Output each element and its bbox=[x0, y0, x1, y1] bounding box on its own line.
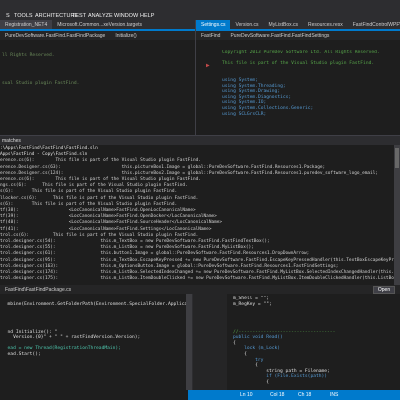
menu-item-window[interactable]: WINDOW bbox=[114, 13, 138, 19]
find-result-line[interactable]: tf(41): <LocCanonicalName>FastFind.Setti… bbox=[0, 227, 211, 232]
find-result-line[interactable]: trol.cs(6): This file is part of the Vis… bbox=[0, 233, 198, 238]
find-result-line[interactable]: trol.designer.cs(61): this.button1.Image… bbox=[0, 251, 309, 256]
status-bar bbox=[188, 390, 400, 400]
top-left-code: ll Rights Reserved. sual Studio plugin F… bbox=[2, 42, 192, 132]
top-left-editor[interactable]: ll Rights Reserved. sual Studio plugin F… bbox=[0, 40, 195, 135]
left-nav-bar: PureDevSoftware.FastFind.FastFindPackage… bbox=[0, 31, 195, 40]
find-result-line[interactable]: tf(40): <LocCanonicalName>FastFind.Sourc… bbox=[0, 220, 222, 225]
bottom-left-editor[interactable]: mbine(Environment.GetFolderPath(Environm… bbox=[0, 294, 192, 390]
find-result-line[interactable]: llocker.cs(6): This file is part of the … bbox=[0, 196, 198, 201]
code-line: { bbox=[233, 379, 269, 385]
code-line: mbine(Environment.GetFolderPath(Environm… bbox=[7, 301, 190, 307]
find-result-line[interactable]: erence.cs(6): This file is part of the V… bbox=[0, 177, 201, 182]
status-char: Ch 18 bbox=[298, 392, 312, 398]
tab-fastfindpackage[interactable]: FastFind\FastFindPackage.cs bbox=[0, 285, 76, 294]
find-result-line[interactable]: erence.Designer.cs(63): this.pictureBox1… bbox=[0, 165, 325, 170]
menu-item-tools[interactable]: TOOLS bbox=[14, 13, 33, 19]
nav-member-dropdown[interactable]: Initialize() bbox=[110, 31, 141, 40]
find-results-panel: matches :\Apps\FastFind\FastFind\FastFin… bbox=[0, 135, 400, 285]
status-bar-left bbox=[0, 390, 188, 400]
tab-mylistbox-cs[interactable]: MyListBox.cs bbox=[264, 20, 303, 29]
code-line: ead.Start(); bbox=[2, 351, 41, 357]
tab-version-cs[interactable]: Version.cs bbox=[230, 20, 263, 29]
line-gutter bbox=[196, 40, 218, 135]
status-line: Ln 10 bbox=[240, 392, 253, 398]
find-result-line[interactable]: trol.designer.cs(163): this.m_OptionsBut… bbox=[0, 264, 338, 269]
open-button[interactable]: Open bbox=[373, 286, 395, 294]
find-result-line[interactable]: Apps\FastFind - Copy\FastFind.sln bbox=[0, 152, 87, 157]
status-insert-mode: INS bbox=[330, 392, 339, 398]
bottom-left-code: mbine(Environment.GetFolderPath(Environm… bbox=[2, 296, 190, 388]
find-result-line[interactable]: trol.designer.cs(174): this.m_ListBox.Se… bbox=[0, 270, 400, 275]
bookmark-arrow-icon: ▶ bbox=[206, 62, 210, 69]
tab-settings-cs[interactable]: Settings.cs bbox=[196, 20, 231, 29]
top-right-editor[interactable]: ▶ Copyright 2013 PureDev Software Ltd. A… bbox=[196, 40, 400, 135]
find-result-line[interactable]: s(6): This file is part of the Visual St… bbox=[0, 202, 177, 207]
status-col: Col 18 bbox=[270, 392, 285, 398]
tab-wpfwrapper[interactable]: FastFindControlWPFWrapper.xaml.cs bbox=[348, 20, 400, 29]
find-result-line[interactable]: tf(39): <LocCanonicalName>FastFind.OpenD… bbox=[0, 214, 217, 219]
code-line: ll Rights Reserved. bbox=[2, 53, 55, 59]
menu-bar: S TOOLS ARCHITECTURE TEST ANALYZE WINDOW… bbox=[0, 0, 400, 20]
find-result-line[interactable]: ngs.cs(6): This file is part of the Visu… bbox=[0, 183, 188, 188]
code-line: using SCLGrsCLR; bbox=[222, 111, 267, 117]
bottom-left-scrollbar[interactable] bbox=[186, 294, 192, 390]
find-result-line[interactable]: trol.designer.cs(175): this.m_ListBox.It… bbox=[0, 276, 400, 281]
find-results-title: matches bbox=[2, 138, 21, 144]
tab-common-targets[interactable]: Microsoft.Common...xeVersion.targets bbox=[52, 20, 147, 29]
right-nav-bar: FastFind PureDevSoftware.FastFind.FastFi… bbox=[196, 31, 400, 40]
nav-type-dropdown[interactable]: PureDevSoftware.FastFind.FastFindSetting… bbox=[225, 31, 334, 40]
bottom-right-code: m_Shell = ""; m_RegKey = ""; //----------… bbox=[233, 296, 398, 388]
find-result-line[interactable]: tf(38): <LocCanonicalName>FastFind.OpenL… bbox=[0, 208, 196, 213]
left-tab-strip: Registration_NET4 Microsoft.Common...xeV… bbox=[0, 20, 195, 29]
menu-item-s[interactable]: S bbox=[6, 13, 10, 19]
find-result-line[interactable]: s(6): This file is part of the Visual St… bbox=[0, 189, 177, 194]
right-tab-strip: Settings.cs Version.cs MyListBox.cs Reso… bbox=[196, 20, 400, 29]
nav-class-dropdown[interactable]: PureDevSoftware.FastFind.FastFindPackage bbox=[0, 31, 110, 40]
code-line: Copyright 2013 PureDev Software Ltd. All… bbox=[222, 50, 380, 55]
bottom-left-tab-strip: FastFind\FastFindPackage.cs bbox=[0, 285, 195, 294]
find-result-line[interactable]: trol.designer.cs(95): this.m_TextBox.Esc… bbox=[0, 258, 400, 263]
find-result-line[interactable]: erence.Designer.cs(124): this.pictureBox… bbox=[0, 171, 378, 176]
menu-item-test[interactable]: TEST bbox=[72, 13, 86, 19]
code-line: This file is part of the Visual Studio p… bbox=[222, 61, 375, 67]
find-result-line[interactable]: trol.designer.cs(55): this.m_ListBox = n… bbox=[0, 245, 254, 250]
menu-item-help[interactable]: HELP bbox=[140, 13, 154, 19]
find-result-line[interactable]: trol.designer.cs(54): this.m_TextBox = n… bbox=[0, 239, 270, 244]
tab-registration-net4[interactable]: Registration_NET4 bbox=[0, 20, 53, 29]
find-result-line[interactable]: :\Apps\FastFind\FastFind\FastFind.sln bbox=[0, 146, 98, 151]
bottom-right-editor[interactable]: m_Shell = ""; m_RegKey = ""; //----------… bbox=[193, 294, 400, 390]
nav-project-dropdown[interactable]: FastFind bbox=[196, 31, 225, 40]
find-result-line[interactable]: erence.cs(6): This file is part of the V… bbox=[0, 158, 201, 163]
tab-resources-resx[interactable]: Resources.resx bbox=[303, 20, 348, 29]
menu-item-analyze[interactable]: ANALYZE bbox=[88, 13, 113, 19]
code-line: sual Studio plugin FastFind. bbox=[2, 81, 80, 87]
top-right-code: Copyright 2013 PureDev Software Ltd. All… bbox=[222, 50, 397, 130]
bottom-right-gutter bbox=[193, 294, 227, 390]
find-results-scroll-thumb[interactable] bbox=[395, 148, 399, 168]
find-results-header: matches bbox=[0, 136, 400, 145]
